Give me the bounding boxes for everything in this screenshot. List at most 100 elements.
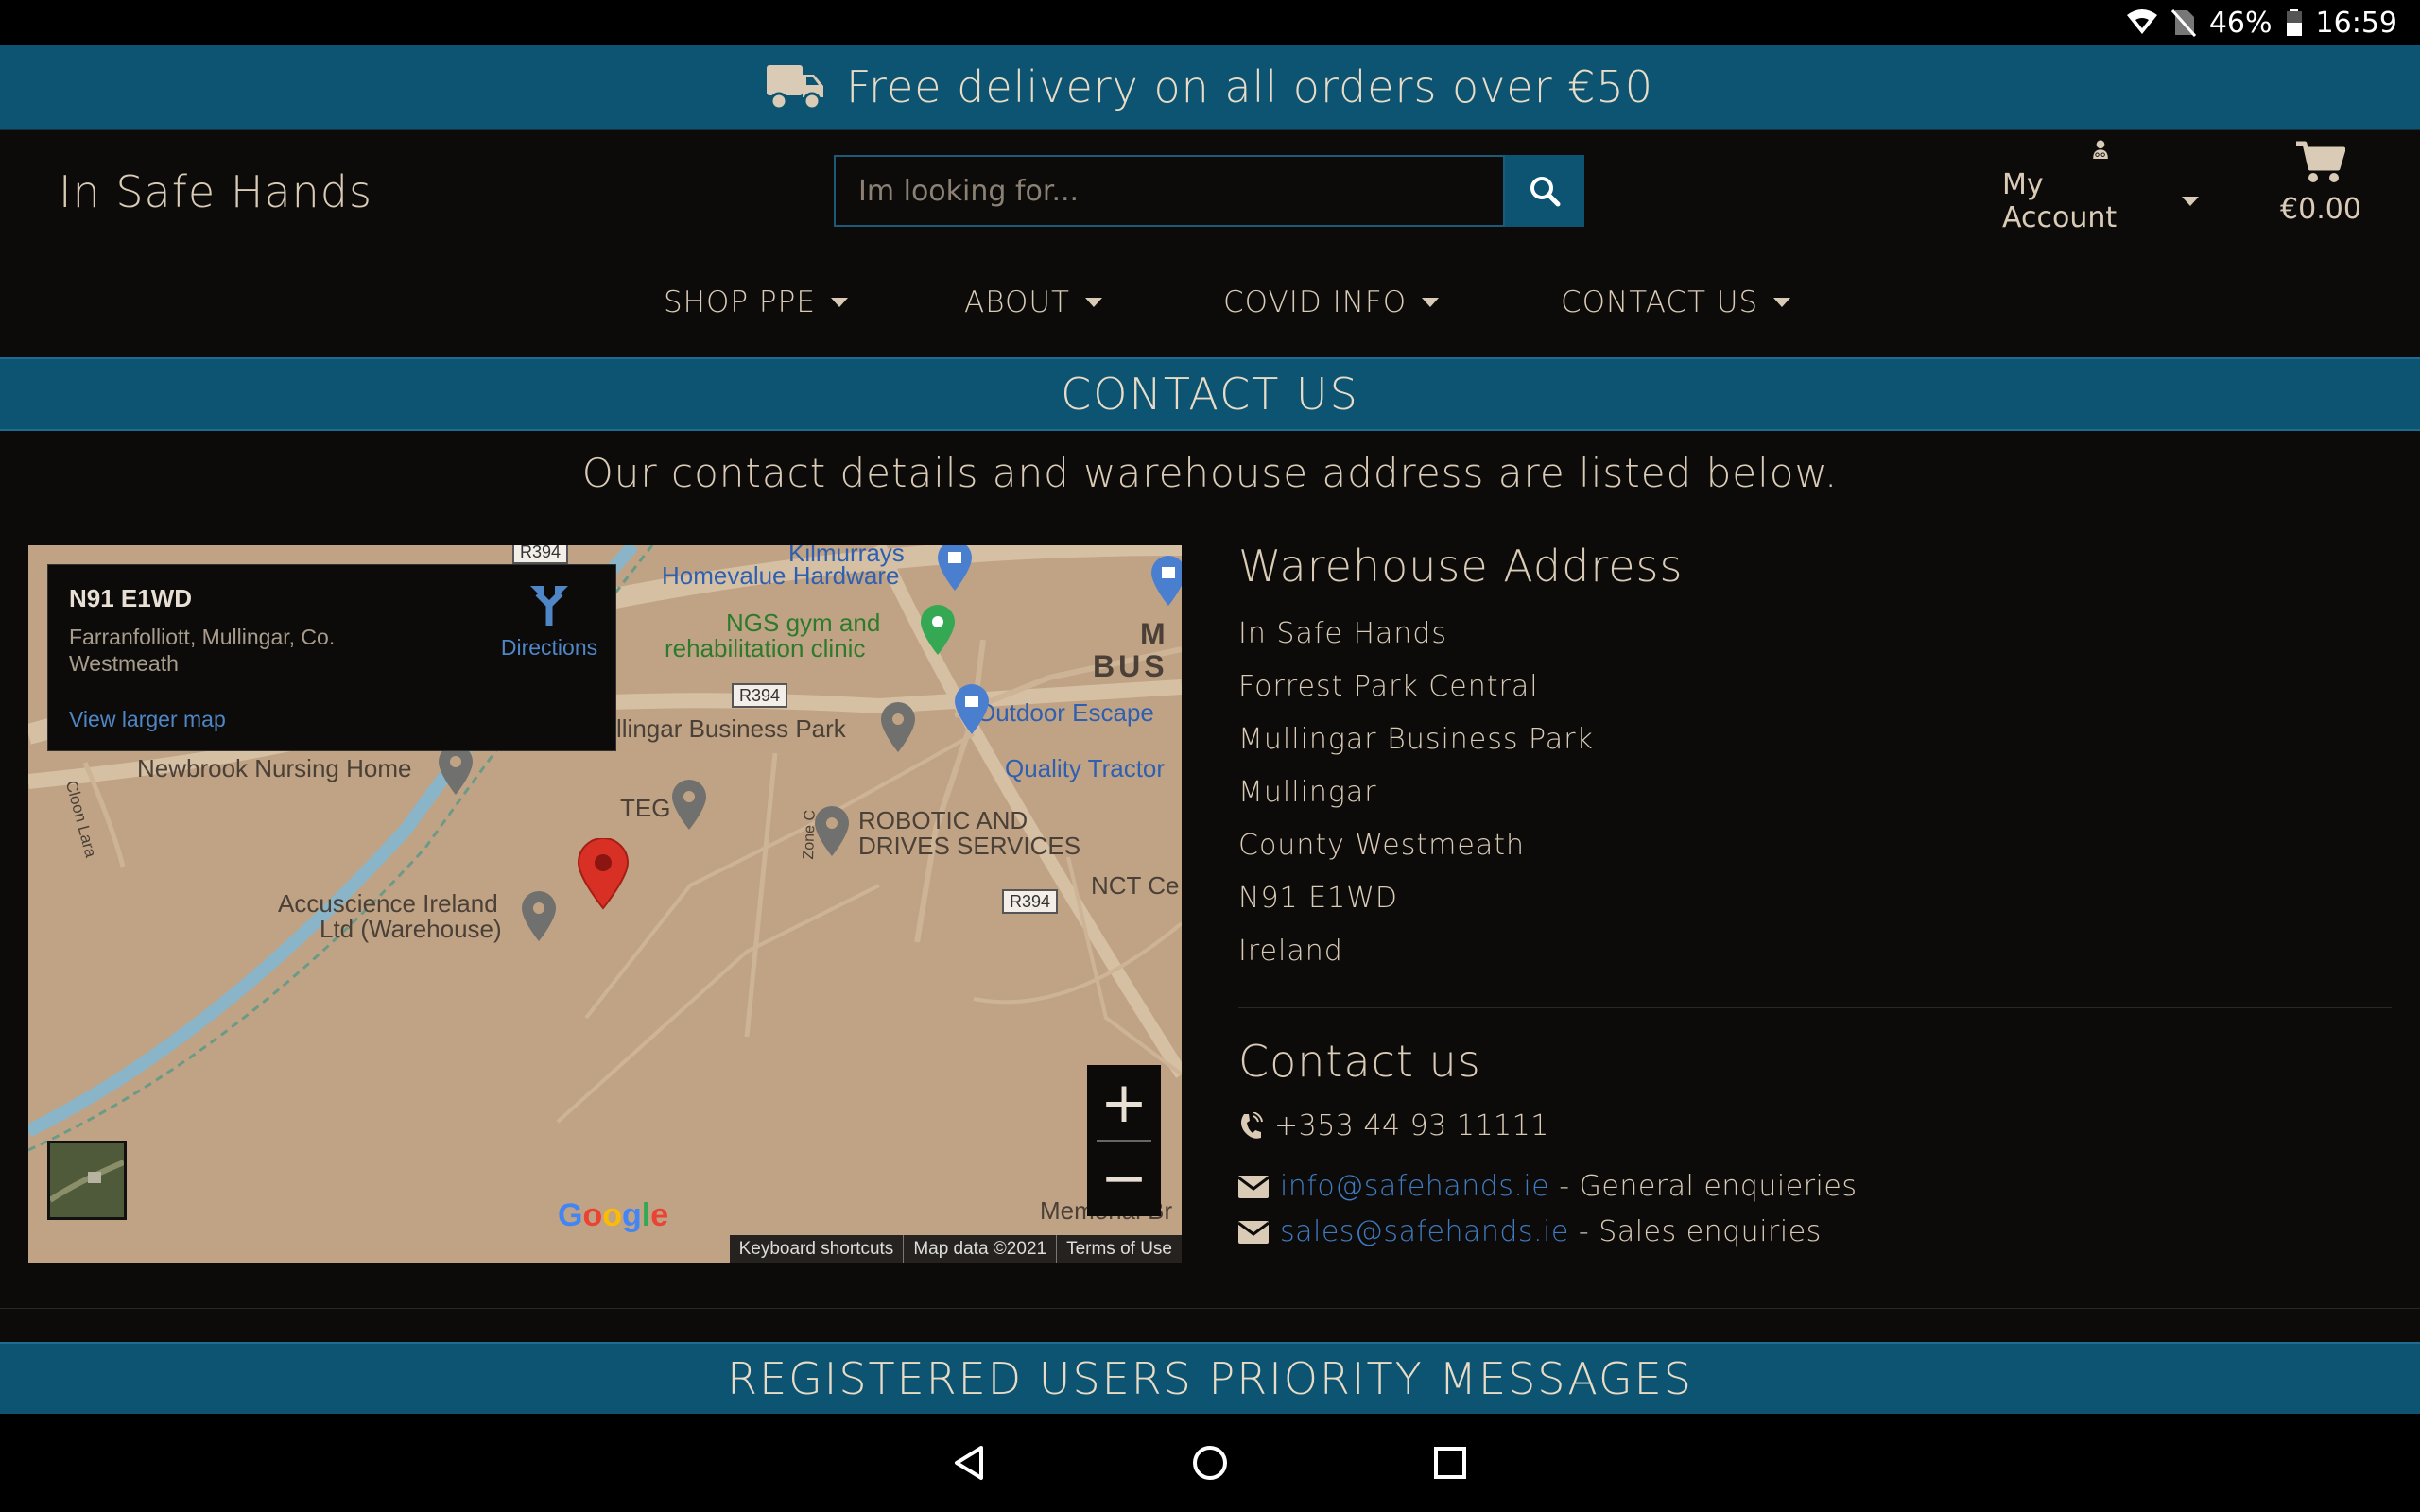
user-doctor-icon <box>2093 140 2108 159</box>
promo-text: Free delivery on all orders over €50 <box>845 61 1654 112</box>
phone-number[interactable]: +353 44 93 11111 <box>1274 1109 1549 1143</box>
chevron-down-icon <box>1085 298 1102 307</box>
my-account-menu[interactable]: My Account <box>2002 140 2199 234</box>
phone-icon <box>1241 1111 1263 1139</box>
no-sim-icon <box>2170 9 2196 37</box>
address-line: County Westmeath <box>1238 829 1525 862</box>
email-info-link[interactable]: info@safehands.ie <box>1280 1170 1549 1203</box>
map-place-title: N91 E1WD <box>69 584 193 612</box>
nav-label: SHOP PPE <box>664 285 816 319</box>
envelope-icon <box>1238 1220 1269 1244</box>
zoom-out-button[interactable]: − <box>1087 1141 1161 1216</box>
shop-marker-icon <box>938 545 972 591</box>
envelope-icon <box>1238 1175 1269 1198</box>
warehouse-title: Warehouse Address <box>1238 541 1684 592</box>
poi-label: Ltd (Warehouse) <box>320 915 502 943</box>
map-info-window: N91 E1WD Farranfolliott, Mullingar, Co. … <box>47 564 616 751</box>
nav-label: CONTACT US <box>1561 285 1759 319</box>
section-divider <box>0 1308 2420 1309</box>
nav-covid-info[interactable]: COVID INFO <box>1223 274 1440 331</box>
view-larger-map-link[interactable]: View larger map <box>69 707 226 732</box>
map-zoom-control: + − <box>1087 1065 1161 1216</box>
battery-icon <box>2286 9 2302 36</box>
zoom-separator <box>1097 1140 1151 1142</box>
back-icon <box>955 1446 983 1480</box>
priority-messages-title: REGISTERED USERS PRIORITY MESSAGES <box>0 1342 2420 1416</box>
my-account-label: My Account <box>2002 168 2118 234</box>
google-map[interactable]: Kilmurrays Homevalue Hardware NGS gym an… <box>28 545 1182 1263</box>
road-badge: R394 <box>512 545 569 564</box>
map-marker-icon <box>672 780 706 830</box>
address-line: Forrest Park Central <box>1238 670 1539 703</box>
road-badge: R394 <box>732 683 788 708</box>
address-line: Ireland <box>1238 935 1343 968</box>
terms-of-use-link[interactable]: Terms of Use <box>1056 1235 1182 1263</box>
directions-button[interactable]: Directions <box>493 584 606 661</box>
shop-marker-icon <box>1151 556 1182 606</box>
search-bar <box>834 155 1584 227</box>
poi-label: NGS gym and <box>726 609 881 637</box>
poi-label: Newbrook Nursing Home <box>137 754 412 782</box>
satellite-toggle[interactable] <box>47 1141 127 1220</box>
email-sales-desc: - Sales enquiries <box>1568 1215 1822 1248</box>
site-logo[interactable]: In Safe Hands <box>59 166 372 217</box>
search-input[interactable] <box>834 155 1505 227</box>
nav-label: COVID INFO <box>1223 285 1408 319</box>
poi-label: DRIVES SERVICES <box>858 832 1081 860</box>
page-subtitle: Our contact details and warehouse addres… <box>581 450 1839 496</box>
map-footer: Keyboard shortcuts Map data ©2021 Terms … <box>729 1235 1182 1263</box>
cart-button[interactable]: €0.00 <box>2269 140 2373 234</box>
location-pin-icon <box>577 838 630 910</box>
poi-label: Quality Tractor <box>1005 754 1166 782</box>
nav-contact-us[interactable]: CONTACT US <box>1561 274 1791 331</box>
poi-label: M <box>1140 617 1168 651</box>
address-line: Mullingar Business Park <box>1238 723 1594 756</box>
home-icon <box>1193 1446 1227 1480</box>
poi-label: NCT Ce <box>1091 871 1180 900</box>
chevron-down-icon <box>1422 298 1440 307</box>
recents-button[interactable] <box>1420 1433 1480 1493</box>
email-info-desc: - General enquieries <box>1549 1170 1858 1203</box>
address-line: Mullingar <box>1238 776 1377 809</box>
section-divider <box>1238 1007 2392 1008</box>
email-row: info@safehands.ie - General enquieries <box>1238 1170 1857 1203</box>
recents-icon <box>1434 1447 1466 1479</box>
cart-icon <box>2296 141 2345 182</box>
map-marker-icon <box>815 806 849 856</box>
zoom-in-button[interactable]: + <box>1087 1065 1161 1141</box>
main-nav: SHOP PPE ABOUT COVID INFO CONTACT US <box>0 274 2420 331</box>
home-button[interactable] <box>1180 1433 1240 1493</box>
poi-label: TEG <box>620 794 671 822</box>
google-logo: Google <box>558 1197 669 1233</box>
back-button[interactable] <box>940 1433 1000 1493</box>
poi-label: BUS <box>1093 649 1168 683</box>
search-button[interactable] <box>1505 155 1584 227</box>
keyboard-shortcuts-link[interactable]: Keyboard shortcuts <box>730 1235 904 1263</box>
status-bar: 46% 16:59 <box>0 0 2420 45</box>
shop-marker-icon <box>955 684 989 734</box>
wifi-icon <box>2126 9 2157 34</box>
battery-percent: 46% <box>2208 6 2273 40</box>
poi-label: Outdoor Escape <box>977 698 1154 727</box>
email-row: sales@safehands.ie - Sales enquiries <box>1238 1215 1822 1248</box>
gym-marker-icon <box>921 605 955 655</box>
address-line: In Safe Hands <box>1238 617 1448 650</box>
chevron-down-icon <box>830 298 848 307</box>
page-title: CONTACT US <box>0 357 2420 431</box>
email-sales-link[interactable]: sales@safehands.ie <box>1280 1215 1569 1248</box>
clock: 16:59 <box>2315 6 2397 40</box>
poi-label: llingar Business Park <box>616 714 846 743</box>
directions-label: Directions <box>500 635 598 660</box>
map-marker-icon <box>439 745 473 795</box>
satellite-thumbnail <box>48 1143 126 1217</box>
nav-label: ABOUT <box>964 285 1070 319</box>
chevron-down-icon <box>2182 197 2199 206</box>
cart-total: €0.00 <box>2280 193 2361 226</box>
chevron-down-icon <box>1773 298 1791 307</box>
nav-about[interactable]: ABOUT <box>964 274 1102 331</box>
search-icon <box>1530 177 1561 207</box>
poi-label: Accuscience Ireland <box>278 889 498 918</box>
map-data-label: Map data ©2021 <box>903 1235 1056 1263</box>
nav-shop-ppe[interactable]: SHOP PPE <box>664 274 848 331</box>
system-nav-bar <box>0 1414 2420 1512</box>
